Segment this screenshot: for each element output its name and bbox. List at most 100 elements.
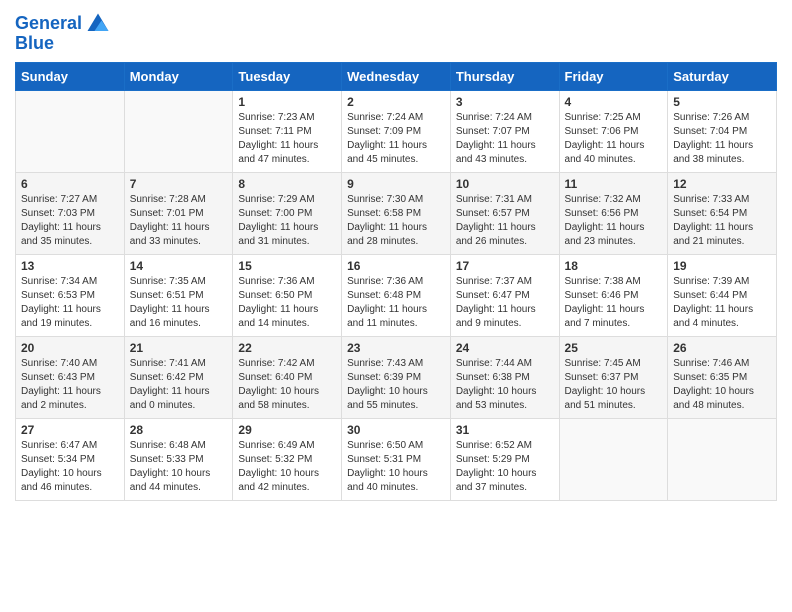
calendar-week-row: 1Sunrise: 7:23 AMSunset: 7:11 PMDaylight… xyxy=(16,90,777,172)
calendar-cell: 12 Sunrise: 7:33 AMSunset: 6:54 PMDayligh… xyxy=(668,172,777,254)
calendar-cell: 29 Sunrise: 6:49 AMSunset: 5:32 PMDayligh… xyxy=(233,418,342,500)
day-info: Sunrise: 7:37 AMSunset: 6:47 PMDaylight:… xyxy=(456,275,554,331)
calendar-week-row: 6 Sunrise: 7:27 AMSunset: 7:03 PMDaylight… xyxy=(16,172,777,254)
day-number: 31 xyxy=(456,423,554,437)
calendar-table: SundayMondayTuesdayWednesdayThursdayFrid… xyxy=(15,62,777,501)
weekday-header-friday: Friday xyxy=(559,62,668,90)
day-number: 2 xyxy=(347,95,445,109)
logo: General Blue xyxy=(15,10,112,54)
day-number: 22 xyxy=(238,341,336,355)
day-info: Sunrise: 7:39 AMSunset: 6:44 PMDaylight:… xyxy=(673,275,771,331)
header: General Blue xyxy=(15,10,777,54)
calendar-cell: 23 Sunrise: 7:43 AMSunset: 6:39 PMDayligh… xyxy=(342,336,451,418)
calendar-cell: 21Sunrise: 7:41 AMSunset: 6:42 PMDayligh… xyxy=(124,336,233,418)
calendar-cell: 3 Sunrise: 7:24 AMSunset: 7:07 PMDaylight… xyxy=(450,90,559,172)
day-info: Sunrise: 7:30 AMSunset: 6:58 PMDaylight:… xyxy=(347,193,445,249)
day-number: 26 xyxy=(673,341,771,355)
day-info: Sunrise: 7:45 AMSunset: 6:37 PMDaylight:… xyxy=(565,357,663,413)
calendar-week-row: 20 Sunrise: 7:40 AMSunset: 6:43 PMDayligh… xyxy=(16,336,777,418)
day-number: 20 xyxy=(21,341,119,355)
calendar-cell: 16 Sunrise: 7:36 AMSunset: 6:48 PMDayligh… xyxy=(342,254,451,336)
day-number: 5 xyxy=(673,95,771,109)
calendar-cell: 22 Sunrise: 7:42 AMSunset: 6:40 PMDayligh… xyxy=(233,336,342,418)
weekday-header-sunday: Sunday xyxy=(16,62,125,90)
day-info: Sunrise: 7:24 AMSunset: 7:09 PMDaylight:… xyxy=(347,111,445,167)
calendar-cell: 18 Sunrise: 7:38 AMSunset: 6:46 PMDayligh… xyxy=(559,254,668,336)
day-number: 29 xyxy=(238,423,336,437)
weekday-header-thursday: Thursday xyxy=(450,62,559,90)
calendar-cell: 11 Sunrise: 7:32 AMSunset: 6:56 PMDayligh… xyxy=(559,172,668,254)
day-info: Sunrise: 7:35 AMSunset: 6:51 PMDaylight:… xyxy=(130,275,228,331)
day-number: 14 xyxy=(130,259,228,273)
weekday-header-wednesday: Wednesday xyxy=(342,62,451,90)
calendar-cell: 10Sunrise: 7:31 AMSunset: 6:57 PMDayligh… xyxy=(450,172,559,254)
day-info: Sunrise: 6:50 AMSunset: 5:31 PMDaylight:… xyxy=(347,439,445,495)
calendar-cell: 9 Sunrise: 7:30 AMSunset: 6:58 PMDaylight… xyxy=(342,172,451,254)
day-info: Sunrise: 7:38 AMSunset: 6:46 PMDaylight:… xyxy=(565,275,663,331)
logo-text: General xyxy=(15,14,82,34)
day-number: 16 xyxy=(347,259,445,273)
day-number: 21 xyxy=(130,341,228,355)
calendar-cell: 27 Sunrise: 6:47 AMSunset: 5:34 PMDayligh… xyxy=(16,418,125,500)
calendar-header-row: SundayMondayTuesdayWednesdayThursdayFrid… xyxy=(16,62,777,90)
calendar-cell: 26 Sunrise: 7:46 AMSunset: 6:35 PMDayligh… xyxy=(668,336,777,418)
day-number: 19 xyxy=(673,259,771,273)
day-number: 9 xyxy=(347,177,445,191)
calendar-cell: 19 Sunrise: 7:39 AMSunset: 6:44 PMDayligh… xyxy=(668,254,777,336)
day-info: Sunrise: 7:32 AMSunset: 6:56 PMDaylight:… xyxy=(565,193,663,249)
day-number: 4 xyxy=(565,95,663,109)
day-number: 28 xyxy=(130,423,228,437)
day-number: 12 xyxy=(673,177,771,191)
day-number: 8 xyxy=(238,177,336,191)
day-number: 7 xyxy=(130,177,228,191)
day-info: Sunrise: 7:24 AMSunset: 7:07 PMDaylight:… xyxy=(456,111,554,167)
logo-general: General xyxy=(15,13,82,33)
calendar-cell xyxy=(668,418,777,500)
day-number: 30 xyxy=(347,423,445,437)
calendar-cell: 25Sunrise: 7:45 AMSunset: 6:37 PMDayligh… xyxy=(559,336,668,418)
calendar-cell: 17Sunrise: 7:37 AMSunset: 6:47 PMDayligh… xyxy=(450,254,559,336)
calendar-cell: 5 Sunrise: 7:26 AMSunset: 7:04 PMDaylight… xyxy=(668,90,777,172)
day-number: 13 xyxy=(21,259,119,273)
day-info: Sunrise: 7:31 AMSunset: 6:57 PMDaylight:… xyxy=(456,193,554,249)
day-info: Sunrise: 6:47 AMSunset: 5:34 PMDaylight:… xyxy=(21,439,119,495)
calendar-week-row: 27 Sunrise: 6:47 AMSunset: 5:34 PMDayligh… xyxy=(16,418,777,500)
calendar-cell: 4Sunrise: 7:25 AMSunset: 7:06 PMDaylight… xyxy=(559,90,668,172)
day-number: 15 xyxy=(238,259,336,273)
logo-icon xyxy=(84,10,112,38)
day-info: Sunrise: 7:44 AMSunset: 6:38 PMDaylight:… xyxy=(456,357,554,413)
day-number: 3 xyxy=(456,95,554,109)
page: General Blue SundayMondayTuesdayWednesda… xyxy=(0,0,792,516)
weekday-header-tuesday: Tuesday xyxy=(233,62,342,90)
day-info: Sunrise: 7:36 AMSunset: 6:48 PMDaylight:… xyxy=(347,275,445,331)
day-info: Sunrise: 7:46 AMSunset: 6:35 PMDaylight:… xyxy=(673,357,771,413)
day-info: Sunrise: 7:26 AMSunset: 7:04 PMDaylight:… xyxy=(673,111,771,167)
day-info: Sunrise: 7:42 AMSunset: 6:40 PMDaylight:… xyxy=(238,357,336,413)
calendar-cell: 28 Sunrise: 6:48 AMSunset: 5:33 PMDayligh… xyxy=(124,418,233,500)
calendar-cell: 8 Sunrise: 7:29 AMSunset: 7:00 PMDaylight… xyxy=(233,172,342,254)
day-number: 27 xyxy=(21,423,119,437)
calendar-cell xyxy=(16,90,125,172)
calendar-cell: 6 Sunrise: 7:27 AMSunset: 7:03 PMDaylight… xyxy=(16,172,125,254)
day-number: 1 xyxy=(238,95,336,109)
day-number: 23 xyxy=(347,341,445,355)
day-info: Sunrise: 7:29 AMSunset: 7:00 PMDaylight:… xyxy=(238,193,336,249)
day-number: 18 xyxy=(565,259,663,273)
day-number: 24 xyxy=(456,341,554,355)
day-info: Sunrise: 7:40 AMSunset: 6:43 PMDaylight:… xyxy=(21,357,119,413)
day-number: 6 xyxy=(21,177,119,191)
day-info: Sunrise: 7:27 AMSunset: 7:03 PMDaylight:… xyxy=(21,193,119,249)
day-info: Sunrise: 6:48 AMSunset: 5:33 PMDaylight:… xyxy=(130,439,228,495)
weekday-header-saturday: Saturday xyxy=(668,62,777,90)
day-info: Sunrise: 6:52 AMSunset: 5:29 PMDaylight:… xyxy=(456,439,554,495)
calendar-cell xyxy=(559,418,668,500)
calendar-cell: 14 Sunrise: 7:35 AMSunset: 6:51 PMDayligh… xyxy=(124,254,233,336)
calendar-cell xyxy=(124,90,233,172)
day-info: Sunrise: 6:49 AMSunset: 5:32 PMDaylight:… xyxy=(238,439,336,495)
day-info: Sunrise: 7:33 AMSunset: 6:54 PMDaylight:… xyxy=(673,193,771,249)
calendar-cell: 20 Sunrise: 7:40 AMSunset: 6:43 PMDayligh… xyxy=(16,336,125,418)
day-number: 11 xyxy=(565,177,663,191)
day-info: Sunrise: 7:43 AMSunset: 6:39 PMDaylight:… xyxy=(347,357,445,413)
calendar-cell: 1Sunrise: 7:23 AMSunset: 7:11 PMDaylight… xyxy=(233,90,342,172)
calendar-week-row: 13Sunrise: 7:34 AMSunset: 6:53 PMDayligh… xyxy=(16,254,777,336)
